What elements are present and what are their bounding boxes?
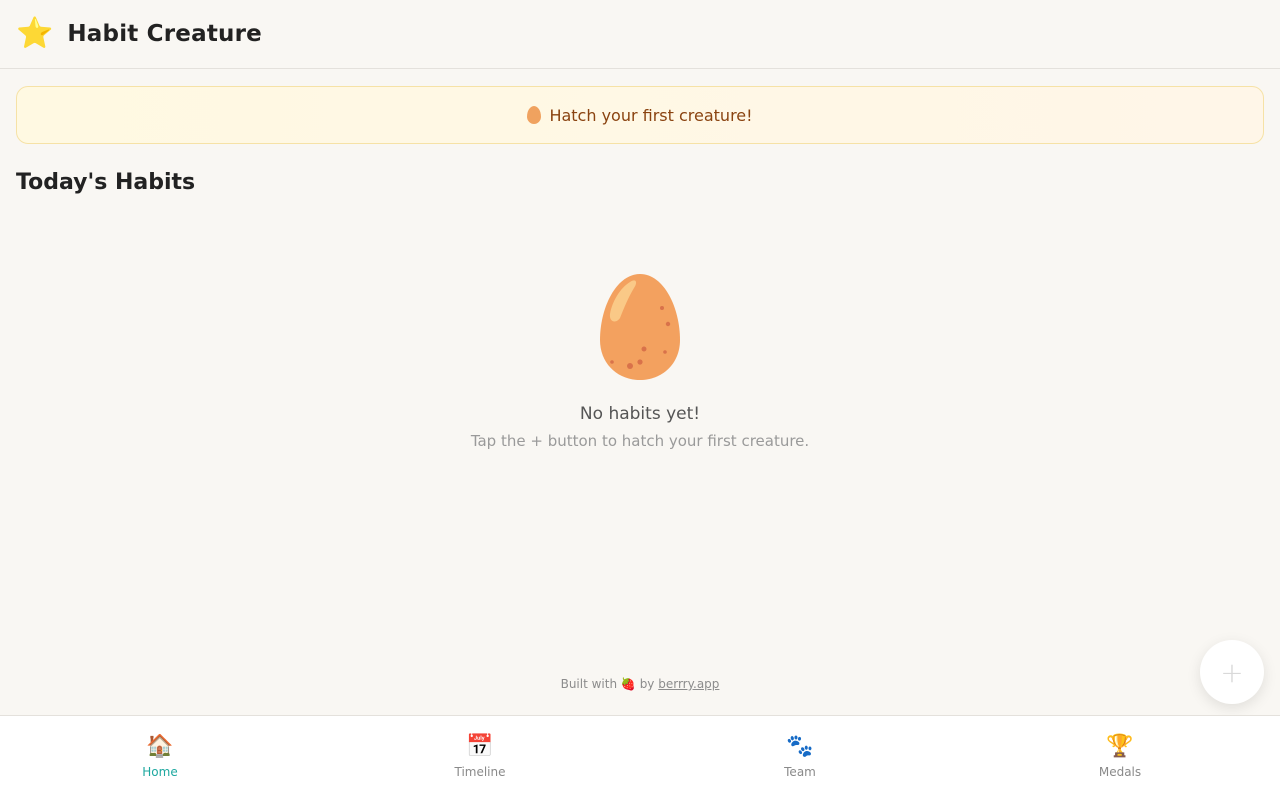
star-icon: ⭐ xyxy=(16,16,54,51)
tab-team[interactable]: 🐾 Team xyxy=(640,716,960,800)
tab-team-label: Team xyxy=(784,765,816,779)
section-title: Today's Habits xyxy=(16,170,196,195)
footer-prefix: Built with xyxy=(560,677,618,691)
strawberry-icon: 🍓 xyxy=(620,677,636,691)
egg-icon xyxy=(600,274,680,380)
tab-timeline[interactable]: 📅 Timeline xyxy=(320,716,640,800)
house-icon: 🏠 xyxy=(146,734,174,759)
footer-by: by xyxy=(639,677,655,691)
berrry-link[interactable]: berrry.app xyxy=(658,677,719,691)
calendar-icon: 📅 xyxy=(466,734,494,759)
tab-home-label: Home xyxy=(142,765,178,779)
plus-icon: + xyxy=(1220,655,1244,689)
hatch-banner[interactable]: Hatch your first creature! xyxy=(16,86,1264,144)
egg-icon xyxy=(527,106,542,124)
footer-credit: Built with 🍓 by berrry.app xyxy=(0,677,1280,691)
tab-timeline-label: Timeline xyxy=(454,765,506,779)
empty-message: No habits yet! xyxy=(579,404,701,424)
tab-medals[interactable]: 🏆 Medals xyxy=(960,716,1280,800)
tab-home[interactable]: 🏠 Home xyxy=(0,716,320,800)
bottom-tab-bar: 🏠 Home 📅 Timeline 🐾 Team 🏆 Medals xyxy=(0,715,1280,800)
app-header: ⭐ Habit Creature xyxy=(0,0,1280,69)
empty-hint: Tap the + button to hatch your first cre… xyxy=(470,432,810,450)
trophy-icon: 🏆 xyxy=(1106,734,1134,759)
hatch-banner-text: Hatch your first creature! xyxy=(549,105,753,125)
tab-medals-label: Medals xyxy=(1098,765,1142,779)
app-title: Habit Creature xyxy=(67,21,262,47)
empty-state: No habits yet! Tap the + button to hatch… xyxy=(0,272,1280,450)
paw-icon: 🐾 xyxy=(786,734,814,759)
add-habit-button[interactable]: + xyxy=(1200,640,1264,704)
